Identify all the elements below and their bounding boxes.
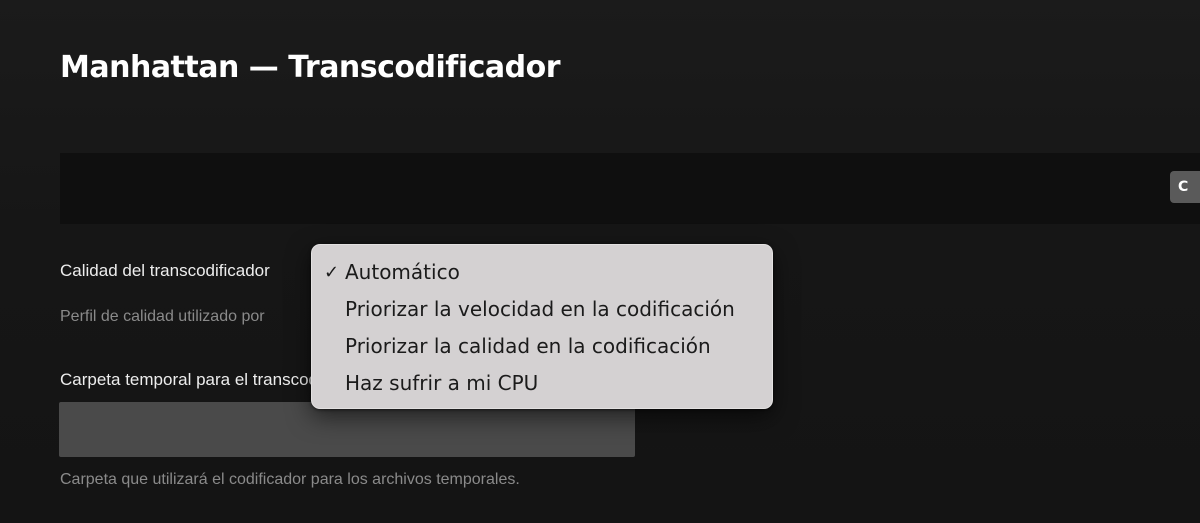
banner-panel: C <box>60 153 1200 224</box>
quality-option-cpu[interactable]: Haz sufrir a mi CPU <box>312 365 772 402</box>
quality-option-label: Priorizar la calidad en la codificación <box>345 334 711 358</box>
quality-option-label: Priorizar la velocidad en la codificació… <box>345 297 735 321</box>
quality-option-quality[interactable]: Priorizar la calidad en la codificación <box>312 328 772 365</box>
temp-folder-help: Carpeta que utilizará el codificador par… <box>60 471 520 488</box>
quality-option-automatic[interactable]: ✓ Automático <box>312 254 772 291</box>
checkmark-icon: ✓ <box>324 262 340 283</box>
banner-button[interactable]: C <box>1170 171 1200 203</box>
temp-folder-input[interactable] <box>59 402 635 457</box>
quality-option-label: Automático <box>345 260 460 284</box>
transcoder-quality-label: Calidad del transcodificador <box>60 261 270 280</box>
quality-dropdown-menu[interactable]: ✓ Automático Priorizar la velocidad en l… <box>311 244 773 409</box>
quality-option-label: Haz sufrir a mi CPU <box>345 371 539 395</box>
transcoder-quality-help: Perfil de calidad utilizado por <box>60 308 265 325</box>
quality-option-speed[interactable]: Priorizar la velocidad en la codificació… <box>312 291 772 328</box>
page-title: Manhattan — Transcodificador <box>60 50 561 85</box>
